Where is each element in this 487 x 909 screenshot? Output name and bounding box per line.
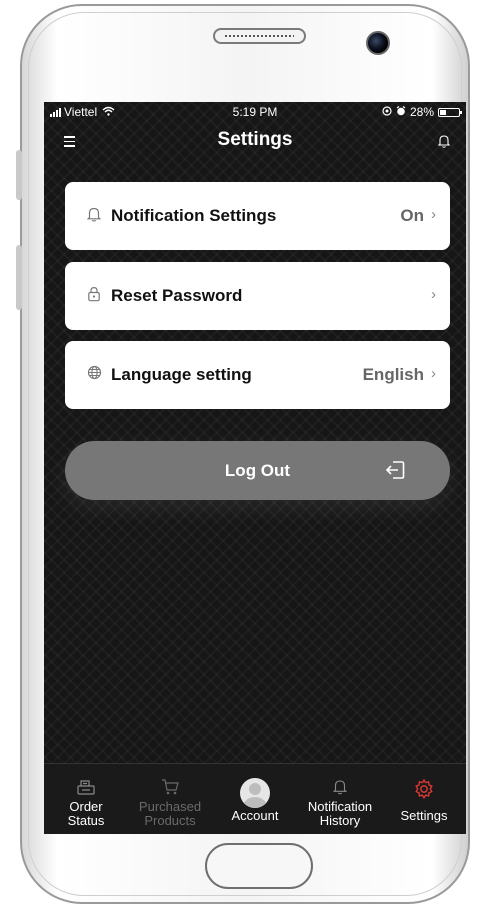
volume-button [16, 150, 22, 200]
app-header: Settings [44, 124, 466, 160]
app-screen: Viettel 5:19 PM 28% Settings Notificatio… [44, 102, 466, 834]
tab-label: Purchased Products [138, 799, 202, 828]
reset-password-item[interactable]: Reset Password › [65, 262, 450, 330]
logout-icon [384, 459, 406, 486]
page-title: Settings [217, 129, 293, 150]
tab-label: Order Status [67, 799, 105, 828]
tab-notification-history[interactable]: Notification History [298, 764, 382, 834]
tab-label: Settings [400, 808, 448, 823]
side-button [16, 245, 22, 310]
lock-icon [87, 286, 101, 307]
chevron-right-icon: › [431, 286, 436, 303]
home-button[interactable] [205, 843, 313, 889]
bottom-tab-bar: Order Status Purchased Products Account … [44, 763, 466, 834]
chevron-right-icon: › [431, 365, 436, 382]
status-right: 28% [382, 105, 462, 119]
language-setting-value: English [362, 365, 424, 384]
cart-icon [128, 778, 212, 800]
notification-settings-item[interactable]: Notification Settings On › [65, 182, 450, 250]
speaker-grille [213, 28, 306, 44]
notification-settings-label: Notification Settings [111, 206, 277, 225]
bell-icon[interactable] [437, 134, 451, 153]
globe-icon [87, 365, 102, 385]
tab-purchased-products[interactable]: Purchased Products [128, 764, 212, 834]
tab-account[interactable]: Account [213, 764, 297, 834]
tab-settings[interactable]: Settings [382, 764, 466, 834]
gear-icon [382, 778, 466, 800]
orientation-lock-icon [382, 105, 392, 119]
logout-button[interactable]: Log Out [65, 441, 450, 500]
tab-label: Notification History [307, 799, 373, 828]
tab-label: Account [231, 808, 279, 823]
notification-settings-value: On [400, 206, 424, 225]
order-status-icon [44, 778, 128, 800]
battery-icon [438, 107, 462, 117]
language-setting-item[interactable]: Language setting English › [65, 341, 450, 409]
battery-percent: 28% [409, 105, 434, 119]
chevron-right-icon: › [431, 206, 436, 223]
reset-password-label: Reset Password [111, 286, 243, 305]
front-camera [366, 31, 390, 55]
tab-order-status[interactable]: Order Status [44, 764, 128, 834]
status-bar: Viettel 5:19 PM 28% [44, 102, 466, 120]
alarm-icon [396, 105, 406, 119]
avatar [240, 778, 270, 808]
bell-icon [298, 778, 382, 800]
bell-icon [86, 206, 102, 227]
language-setting-label: Language setting [111, 365, 252, 384]
